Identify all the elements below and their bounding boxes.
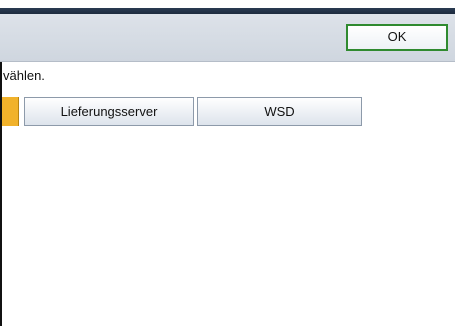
lieferungsserver-button[interactable]: Lieferungsserver: [24, 97, 194, 126]
instruction-text: vählen.: [3, 68, 45, 83]
top-strip: [0, 0, 455, 8]
toolbar: OK: [0, 14, 455, 62]
wsd-button[interactable]: WSD: [197, 97, 362, 126]
selected-option-button-partial[interactable]: [2, 97, 19, 126]
ok-button[interactable]: OK: [346, 24, 448, 51]
